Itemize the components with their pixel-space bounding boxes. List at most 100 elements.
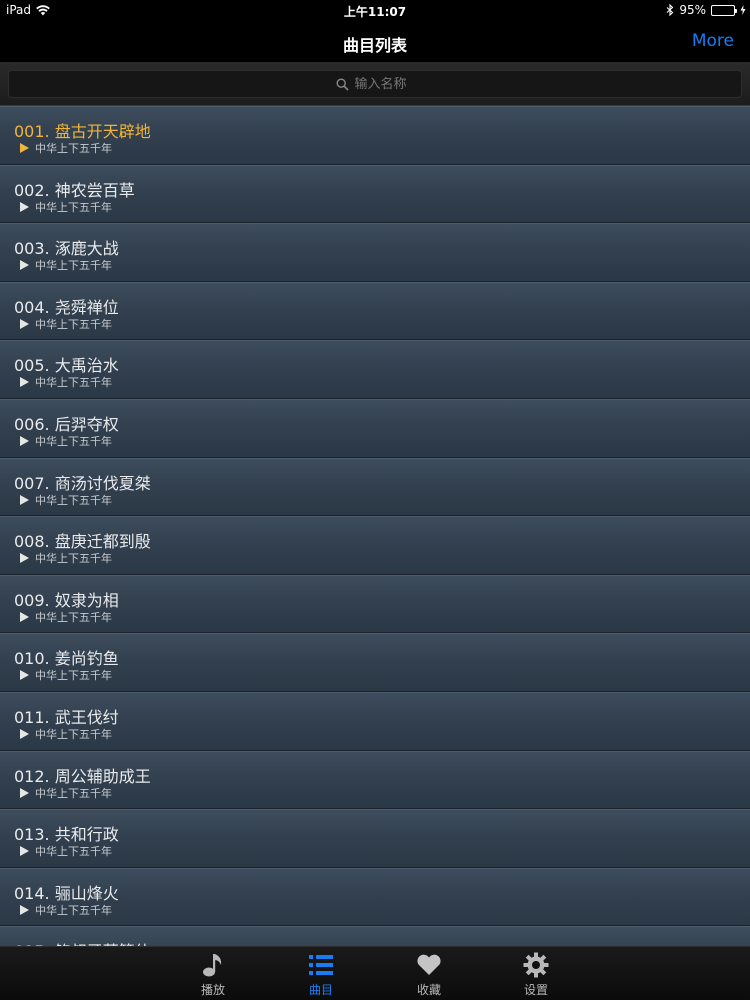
track-subtitle: 中华上下五千年 xyxy=(35,317,112,331)
track-subtitle: 中华上下五千年 xyxy=(35,845,112,859)
track-list: 001. 盘古开天辟地 中华上下五千年 002. 神农尝百草 中华上下五千年 003. … xyxy=(0,106,750,946)
play-icon xyxy=(20,728,29,739)
track-title: 010. 姜尚钓鱼 xyxy=(14,649,119,669)
track-subtitle-row: 中华上下五千年 xyxy=(20,199,112,215)
track-title: 014. 骊山烽火 xyxy=(14,883,119,903)
track-subtitle-row: 中华上下五千年 xyxy=(20,374,112,390)
play-icon xyxy=(20,787,29,798)
track-row[interactable]: 005. 大禹治水 中华上下五千年 xyxy=(0,340,750,399)
status-time: 上午11:07 xyxy=(343,5,407,19)
track-row[interactable]: 004. 尧舜禅位 中华上下五千年 xyxy=(0,281,750,341)
track-subtitle: 中华上下五千年 xyxy=(35,903,112,917)
track-subtitle-row: 中华上下五千年 xyxy=(20,140,112,156)
track-subtitle: 中华上下五千年 xyxy=(35,610,112,624)
track-subtitle: 中华上下五千年 xyxy=(35,200,112,214)
nav-bar: 曲目列表 More xyxy=(0,22,750,62)
track-row[interactable]: 011. 武王伐纣 中华上下五千年 xyxy=(0,691,750,751)
play-icon xyxy=(20,553,29,564)
page-title: 曲目列表 xyxy=(342,36,407,55)
play-icon xyxy=(20,143,29,153)
track-row[interactable]: 014. 骊山烽火 中华上下五千年 xyxy=(0,867,750,927)
battery-icon xyxy=(711,4,737,16)
track-title: 012. 周公辅助成王 xyxy=(14,766,151,786)
track-subtitle-row: 中华上下五千年 xyxy=(20,550,112,566)
tab-play-label: 播放 xyxy=(200,983,225,997)
list-icon xyxy=(286,951,356,979)
search-input[interactable] xyxy=(354,76,415,92)
tab-settings-label: 设置 xyxy=(523,983,548,997)
play-icon xyxy=(20,670,29,681)
more-button[interactable]: More xyxy=(692,31,734,51)
tab-tracks[interactable]: 曲目 xyxy=(286,951,356,998)
track-title: 008. 盘庚迁都到殷 xyxy=(14,532,151,552)
track-subtitle: 中华上下五千年 xyxy=(35,552,112,566)
track-subtitle-row: 中华上下五千年 xyxy=(20,902,112,918)
tab-tracks-label: 曲目 xyxy=(308,983,333,997)
tab-favorites[interactable]: 收藏 xyxy=(394,951,464,998)
play-icon xyxy=(20,494,29,505)
track-subtitle: 中华上下五千年 xyxy=(35,669,112,683)
tab-settings[interactable]: 设置 xyxy=(501,951,571,998)
track-subtitle-row: 中华上下五千年 xyxy=(20,433,112,449)
tab-play[interactable]: 播放 xyxy=(178,951,248,998)
track-subtitle-row: 中华上下五千年 xyxy=(20,785,112,801)
track-subtitle: 中华上下五千年 xyxy=(35,376,112,390)
track-row[interactable]: 003. 涿鹿大战 中华上下五千年 xyxy=(0,223,750,282)
tab-bar: 播放 曲目 收藏 设置 xyxy=(0,946,750,1000)
play-icon xyxy=(20,377,29,388)
track-subtitle: 中华上下五千年 xyxy=(35,142,112,155)
heart-icon xyxy=(394,951,464,979)
bluetooth-icon xyxy=(666,4,674,16)
tab-favorites-label: 收藏 xyxy=(416,983,441,997)
track-subtitle-row: 中华上下五千年 xyxy=(20,609,112,625)
search-icon xyxy=(335,77,349,91)
track-row[interactable]: 002. 神农尝百草 中华上下五千年 xyxy=(0,164,750,224)
play-icon xyxy=(20,260,29,271)
track-row[interactable]: 010. 姜尚钓鱼 中华上下五千年 xyxy=(0,633,750,692)
play-icon xyxy=(20,435,29,446)
track-subtitle-row: 中华上下五千年 xyxy=(20,726,112,742)
track-title: 013. 共和行政 xyxy=(14,825,119,845)
track-row[interactable]: 006. 后羿夺权 中华上下五千年 xyxy=(0,398,750,458)
track-row[interactable]: 008. 盘庚迁都到殷 中华上下五千年 xyxy=(0,516,750,575)
track-row[interactable]: 009. 奴隶为相 中华上下五千年 xyxy=(0,574,750,634)
track-subtitle-row: 中华上下五千年 xyxy=(20,492,112,508)
track-row[interactable]: 012. 周公辅助成王 中华上下五千年 xyxy=(0,750,750,810)
screen: iPad 上午11:07 95% 曲目列表 More 输入名称 001. 盘古开… xyxy=(0,0,750,1000)
track-subtitle-row: 中华上下五千年 xyxy=(20,316,112,332)
search-bar xyxy=(0,62,750,106)
track-subtitle: 中华上下五千年 xyxy=(35,786,112,800)
track-subtitle: 中华上下五千年 xyxy=(35,493,112,507)
track-title: 004. 尧舜禅位 xyxy=(14,297,119,317)
gear-icon xyxy=(501,951,571,979)
track-title: 005. 大禹治水 xyxy=(14,356,119,376)
play-icon xyxy=(20,904,29,915)
battery-percent: 95% xyxy=(679,3,706,17)
music-note-icon xyxy=(178,951,248,979)
track-title: 003. 涿鹿大战 xyxy=(14,239,119,259)
play-icon xyxy=(20,201,29,212)
track-title: 011. 武王伐纣 xyxy=(14,707,119,727)
track-title: 009. 奴隶为相 xyxy=(14,590,119,610)
track-title: 007. 商汤讨伐夏桀 xyxy=(14,473,151,493)
track-row[interactable]: 007. 商汤讨伐夏桀 中华上下五千年 xyxy=(0,457,750,517)
track-row[interactable]: 015. 鲍叔牙荐管仲中华上下五千年 xyxy=(0,926,750,946)
status-right: 95% xyxy=(666,3,746,17)
play-icon xyxy=(20,846,29,857)
track-subtitle-row: 中华上下五千年 xyxy=(20,843,112,859)
track-subtitle: 中华上下五千年 xyxy=(35,727,112,741)
track-subtitle-row: 中华上下五千年 xyxy=(20,257,112,273)
track-subtitle-row: 中华上下五千年 xyxy=(20,667,112,683)
search-field[interactable] xyxy=(8,70,742,98)
status-bar: iPad 上午11:07 95% xyxy=(0,0,750,22)
track-title: 015. 鲍叔牙荐管仲 xyxy=(14,938,151,946)
track-subtitle: 中华上下五千年 xyxy=(35,259,112,273)
track-title: 001. 盘古开天辟地 xyxy=(14,122,151,141)
track-row[interactable]: 001. 盘古开天辟地 中华上下五千年 xyxy=(0,106,750,165)
track-title: 002. 神农尝百草 xyxy=(14,180,135,200)
play-icon xyxy=(20,318,29,329)
track-subtitle: 中华上下五千年 xyxy=(35,434,112,448)
track-title: 006. 后羿夺权 xyxy=(14,414,119,434)
track-row[interactable]: 013. 共和行政 中华上下五千年 xyxy=(0,809,750,868)
play-icon xyxy=(20,611,29,622)
